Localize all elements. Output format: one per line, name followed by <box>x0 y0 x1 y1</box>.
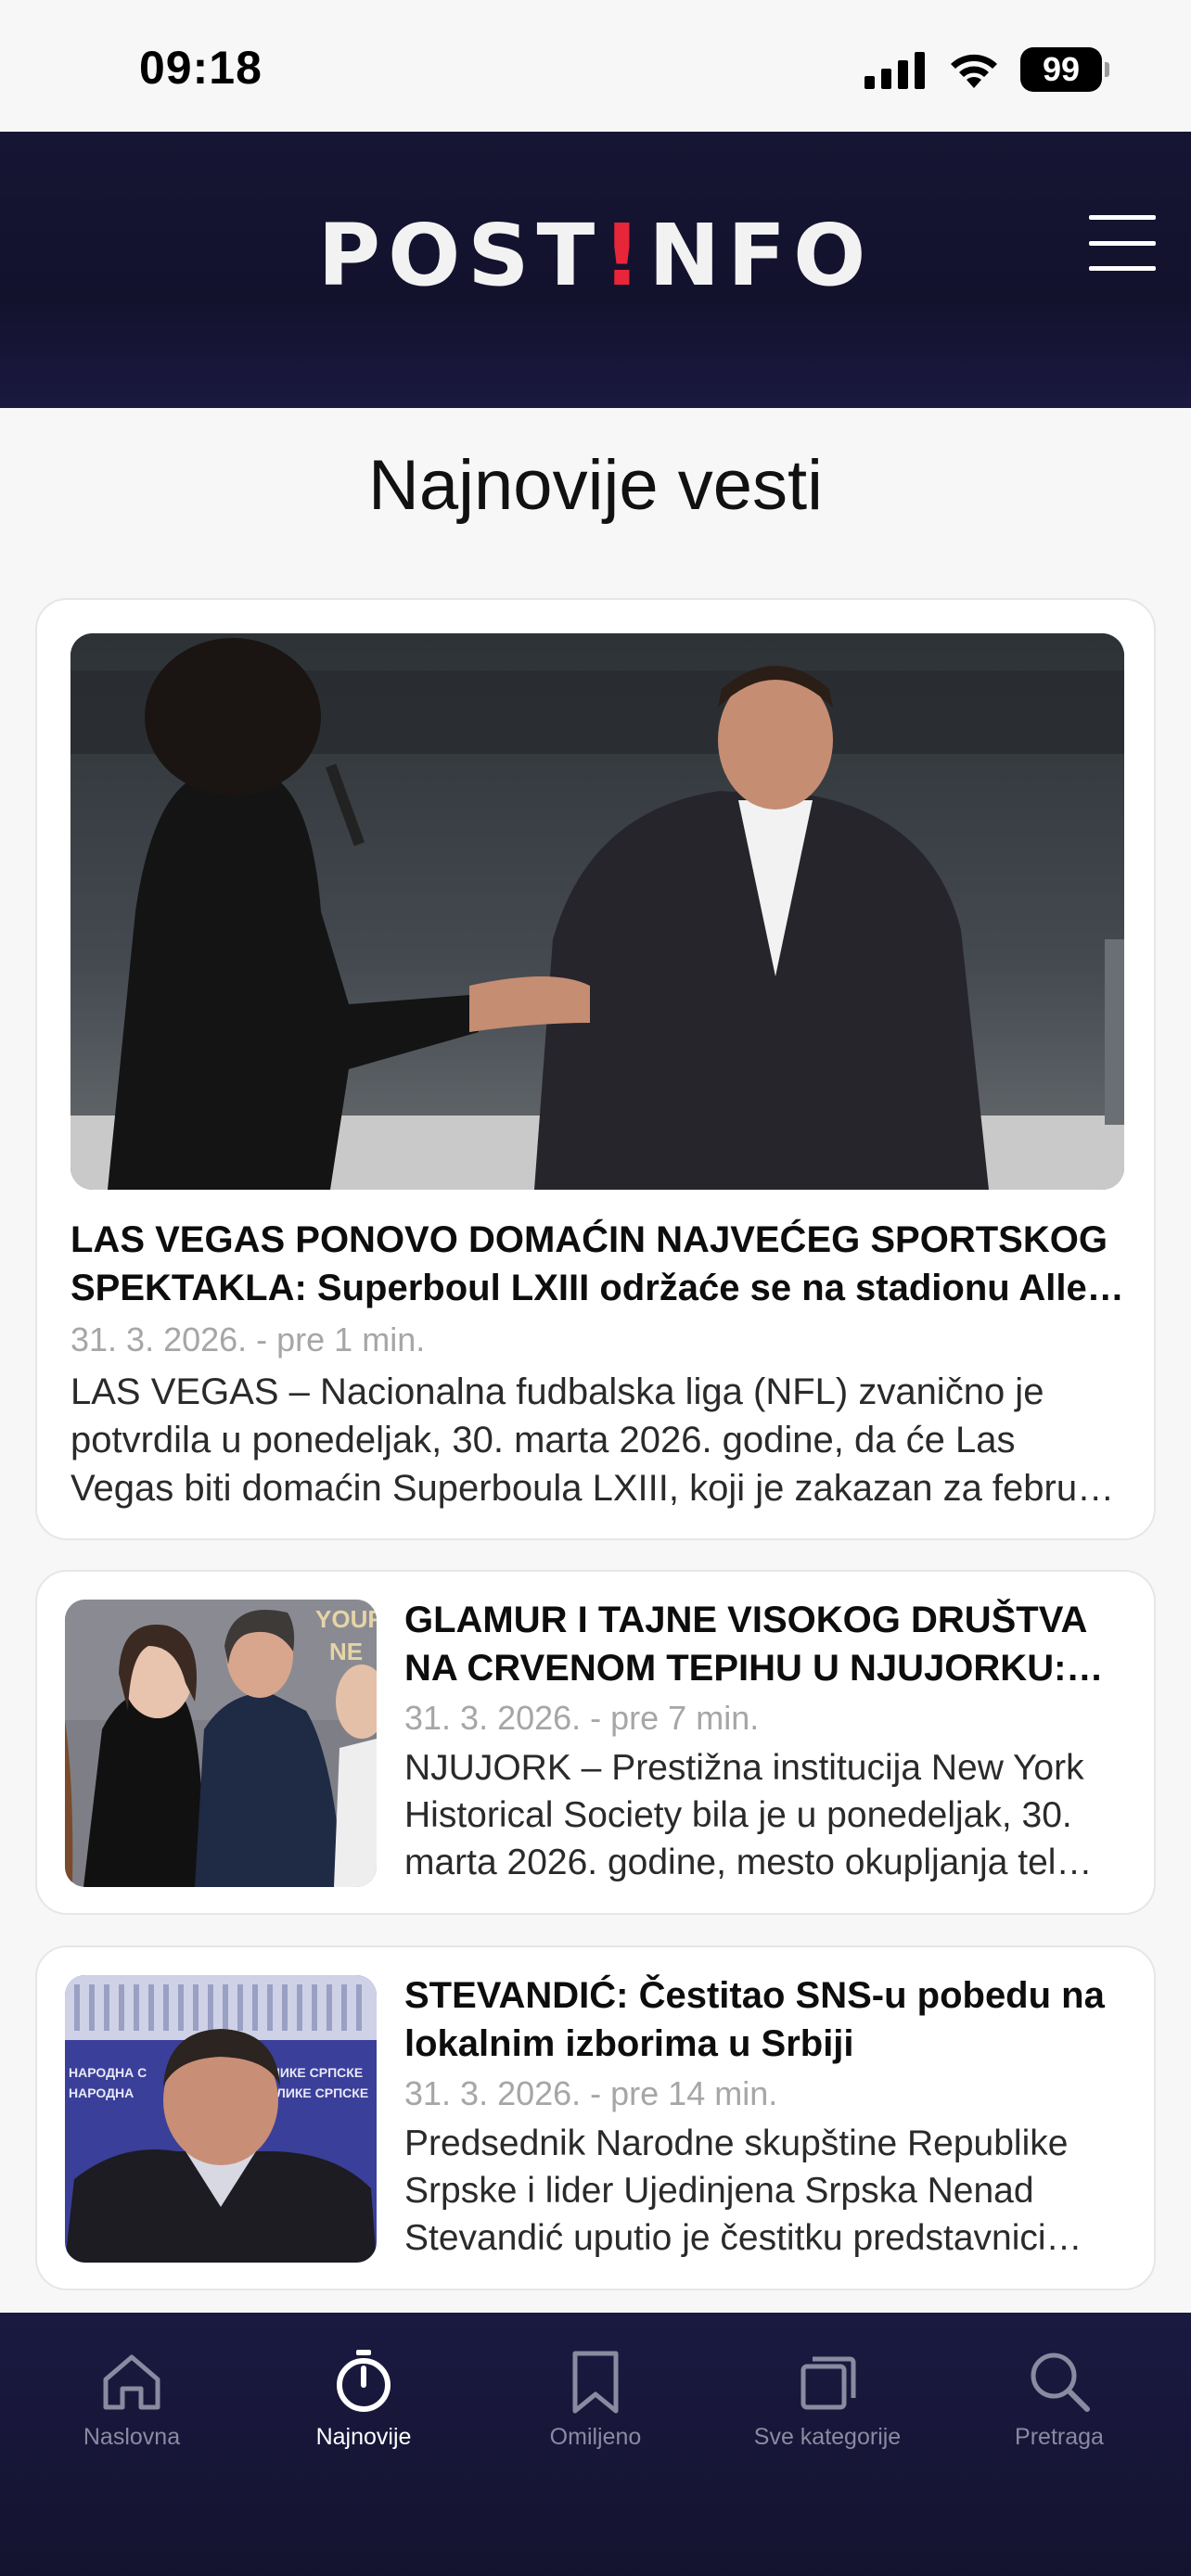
site-logo[interactable]: POST!NFO <box>0 210 1191 302</box>
article-text: STEVANDIĆ: Čestitao SNS-u pobedu na loka… <box>404 1971 1132 2262</box>
tab-sve-kategorije[interactable]: Sve kategorije <box>725 2346 929 2451</box>
tab-label: Naslovna <box>83 2424 181 2450</box>
hamburger-menu-icon[interactable] <box>1089 215 1156 271</box>
stopwatch-icon <box>337 2350 391 2412</box>
tab-label: Pretraga <box>1015 2424 1104 2450</box>
article-image[interactable] <box>70 633 1124 1190</box>
article-date: 31. 3. 2026. - pre 14 min. <box>404 2074 778 2112</box>
article-thumbnail[interactable]: YOUR NE <box>65 1600 377 1887</box>
article-thumbnail[interactable]: НАРОДНА С НАРОДНА ЛИКЕ СРПСКЕ ЛИКЕ СРПСК… <box>65 1975 377 2263</box>
article-title[interactable]: GLAMUR I TAJNE VISOKOG DRUŠTVA NA CRVENO… <box>404 1596 1132 1692</box>
svg-text:НАРОДНА: НАРОДНА <box>69 2085 134 2100</box>
article-excerpt: Predsednik Narodne skupštine Republike S… <box>404 2123 1082 2258</box>
article-card[interactable]: НАРОДНА С НАРОДНА ЛИКЕ СРПСКЕ ЛИКЕ СРПСК… <box>35 1945 1156 2290</box>
article-excerpt: LAS VEGAS – Nacionalna fudbalska liga (N… <box>70 1371 1115 1509</box>
status-time: 09:18 <box>139 42 263 94</box>
categories-icon <box>800 2356 856 2410</box>
status-icons: 99 <box>864 46 1109 93</box>
article-card[interactable]: YOUR NE GLAMUR I TAJNE VISOKOG DRUŠTVA N… <box>35 1570 1156 1915</box>
tab-label: Najnovije <box>315 2424 412 2450</box>
svg-text:NE: NE <box>329 1638 363 1665</box>
logo-exclamation: ! <box>602 206 649 305</box>
article-title[interactable]: STEVANDIĆ: Čestitao SNS-u pobedu na loka… <box>404 1971 1132 2068</box>
logo-text-nfo: NFO <box>648 206 874 305</box>
article-card-featured[interactable]: LAS VEGAS PONOVO DOMAĆIN NAJVEĆEG SPORTS… <box>35 598 1156 1540</box>
article-photo <box>70 633 1124 1190</box>
article-text: GLAMUR I TAJNE VISOKOG DRUŠTVA NA CRVENO… <box>404 1596 1132 1886</box>
bottom-tab-bar: Naslovna Najnovije Omiljeno Sve kategori… <box>0 2313 1191 2576</box>
svg-text:ЛИКЕ СРПСКЕ: ЛИКЕ СРПСКЕ <box>271 2065 363 2080</box>
wifi-icon <box>951 54 997 88</box>
tab-label: Omiljeno <box>549 2424 642 2450</box>
page-title: Najnovije vesti <box>368 446 823 525</box>
tab-label: Sve kategorije <box>753 2424 902 2450</box>
tab-naslovna[interactable]: Naslovna <box>30 2346 234 2451</box>
home-icon <box>103 2354 160 2410</box>
article-excerpt: NJUJORK – Prestižna institucija New York… <box>404 1748 1093 1882</box>
status-bar: 09:18 99 <box>0 0 1191 132</box>
article-photo: НАРОДНА С НАРОДНА ЛИКЕ СРПСКЕ ЛИКЕ СРПСК… <box>65 1975 377 2263</box>
article-title[interactable]: LAS VEGAS PONOVO DOMAĆIN NAJVEĆEG SPORTS… <box>70 1216 1124 1312</box>
tab-omiljeno[interactable]: Omiljeno <box>493 2346 698 2451</box>
app-screen: 09:18 99 POST!NFO Najnovije vesti LAS VE… <box>0 0 1191 2576</box>
article-date: 31. 3. 2026. - pre 1 min. <box>70 1320 426 1358</box>
backdrop-text: YOUR <box>315 1605 377 1633</box>
app-header: POST!NFO <box>0 132 1191 408</box>
article-photo: YOUR NE <box>65 1600 377 1887</box>
tab-najnovije[interactable]: Najnovije <box>262 2346 466 2451</box>
article-date: 31. 3. 2026. - pre 7 min. <box>404 1699 760 1737</box>
tab-pretraga[interactable]: Pretraga <box>957 2346 1161 2451</box>
bookmark-icon <box>572 2351 619 2414</box>
svg-text:НАРОДНА С: НАРОДНА С <box>69 2065 147 2080</box>
logo-text-post: POST <box>317 206 603 305</box>
battery-level: 99 <box>1042 50 1081 88</box>
svg-text:ЛИКЕ СРПСКЕ: ЛИКЕ СРПСКЕ <box>276 2085 368 2100</box>
signal-icon <box>864 52 925 89</box>
article-text: LAS VEGAS PONOVO DOMAĆIN NAJVEĆEG SPORTS… <box>70 1216 1124 1512</box>
search-icon <box>1031 2353 1090 2412</box>
battery-indicator: 99 <box>1020 47 1109 92</box>
